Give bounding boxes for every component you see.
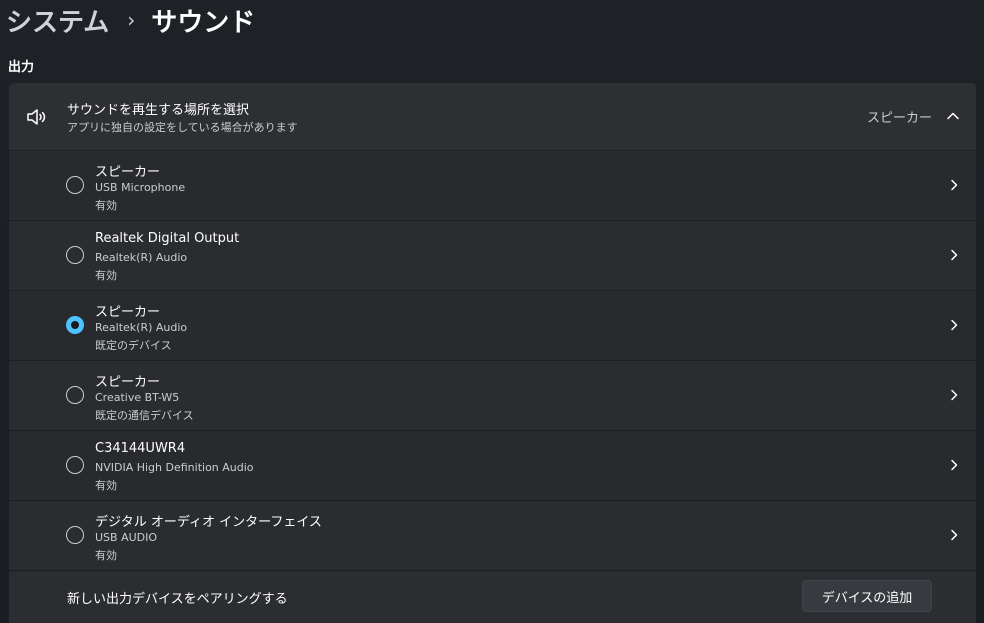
breadcrumb-separator-icon: › — [127, 8, 136, 32]
page-title: サウンド — [151, 7, 256, 38]
pair-device-row: 新しい出力デバイスをペアリングする デバイスの追加 — [9, 571, 976, 623]
chevron-right-icon[interactable] — [946, 247, 962, 263]
pair-device-label: 新しい出力デバイスをペアリングする — [67, 592, 288, 607]
device-name: Realtek Digital Output — [95, 231, 240, 246]
device-driver: Realtek(R) Audio — [95, 251, 188, 264]
device-row[interactable]: スピーカー Creative BT-W5 既定の通信デバイス — [9, 361, 976, 430]
breadcrumb: システム › サウンド — [6, 0, 255, 40]
device-row[interactable]: スピーカー Realtek(R) Audio 既定のデバイス — [9, 291, 976, 360]
chevron-right-icon[interactable] — [946, 387, 962, 403]
radio-button[interactable] — [66, 176, 84, 194]
radio-button[interactable] — [66, 386, 84, 404]
device-driver: Realtek(R) Audio — [95, 321, 188, 334]
output-selector-current-value: スピーカー — [866, 111, 932, 126]
device-status: 有効 — [95, 479, 117, 492]
speaker-icon — [27, 109, 46, 125]
chevron-right-icon[interactable] — [946, 177, 962, 193]
device-name: スピーカー — [95, 305, 161, 320]
output-selector-title: サウンドを再生する場所を選択 — [67, 103, 250, 118]
radio-button[interactable] — [66, 526, 84, 544]
device-name: C34144UWR4 — [95, 441, 186, 456]
chevron-right-icon[interactable] — [946, 527, 962, 543]
device-name: スピーカー — [95, 165, 161, 180]
add-device-button[interactable]: デバイスの追加 — [802, 580, 932, 612]
breadcrumb-system-link[interactable]: システム — [6, 2, 109, 39]
device-row[interactable]: Realtek Digital Output Realtek(R) Audio 有効 — [9, 221, 976, 290]
device-row[interactable]: デジタル オーディオ インターフェイス USB AUDIO 有効 — [9, 501, 976, 570]
device-status: 既定のデバイス — [95, 339, 172, 352]
device-name: デジタル オーディオ インターフェイス — [95, 515, 322, 530]
device-status: 有効 — [95, 549, 117, 562]
device-status: 既定の通信デバイス — [95, 409, 194, 422]
radio-button-checked[interactable] — [66, 316, 84, 334]
device-status: 有効 — [95, 269, 117, 282]
device-status: 有効 — [95, 199, 117, 212]
radio-button[interactable] — [66, 246, 84, 264]
device-row[interactable]: スピーカー USB Microphone 有効 — [9, 151, 976, 220]
device-driver: USB Microphone — [95, 181, 186, 194]
chevron-right-icon[interactable] — [946, 317, 962, 333]
chevron-right-icon[interactable] — [946, 457, 962, 473]
chevron-up-icon[interactable] — [944, 107, 962, 125]
radio-button[interactable] — [66, 456, 84, 474]
device-name: スピーカー — [95, 375, 161, 390]
output-selector-header[interactable]: サウンドを再生する場所を選択 アプリに独自の設定をしている場合があります スピー… — [9, 83, 976, 150]
device-driver: Creative BT-W5 — [95, 391, 180, 404]
section-title-output: 出力 — [8, 60, 35, 75]
device-driver: USB AUDIO — [95, 531, 158, 544]
output-selector-subtitle: アプリに独自の設定をしている場合があります — [67, 121, 298, 134]
device-row[interactable]: C34144UWR4 NVIDIA High Definition Audio 有効 — [9, 431, 976, 500]
sound-settings-page: システム › サウンド 出力 サウンドを再生する場所を選択 アプリに独自の設定を… — [0, 0, 984, 623]
device-driver: NVIDIA High Definition Audio — [95, 461, 254, 474]
